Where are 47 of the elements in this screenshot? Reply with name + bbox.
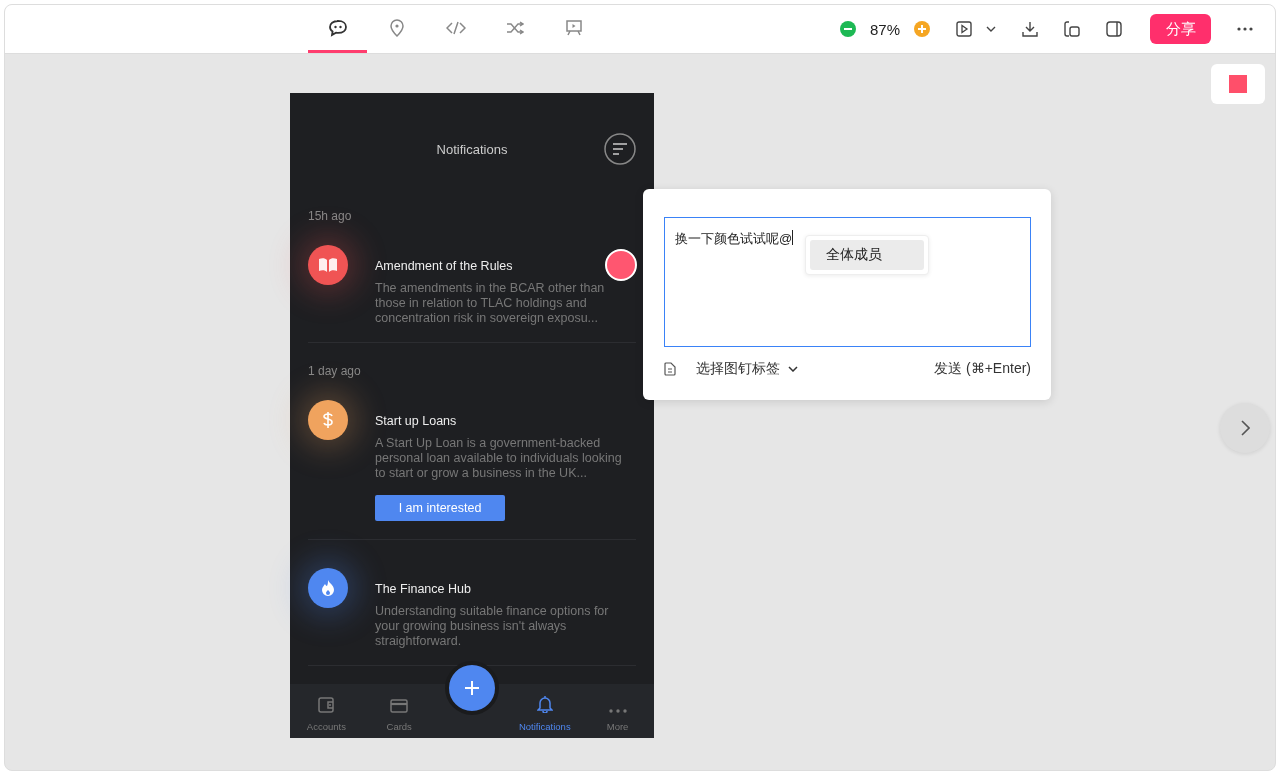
frame-icon[interactable]	[1064, 21, 1080, 37]
screen-title: Notifications	[436, 142, 508, 157]
zoom-out-icon[interactable]	[839, 21, 856, 37]
notification-text: The amendments in the BCAR other than those in relation to TLAC holdings and concentration risk in sovereign exposu...	[375, 281, 606, 326]
document-icon	[664, 362, 676, 376]
stop-button[interactable]	[1211, 64, 1265, 104]
pin-tag-dropdown[interactable]: 选择图钉标签	[690, 359, 804, 379]
interested-button[interactable]: I am interested	[375, 495, 505, 521]
notification-text: Understanding suitable finance options for your growing business isn't always straightforward.	[375, 604, 610, 649]
more-icon	[608, 709, 627, 713]
book-icon	[318, 257, 338, 273]
tab-bar-item[interactable]: Notifications	[518, 684, 571, 738]
stop-icon	[1229, 75, 1247, 93]
card-icon	[390, 699, 409, 713]
chevron-down-icon	[788, 366, 798, 372]
notification-title: Amendment of the Rules	[375, 259, 514, 273]
filter-icon[interactable]	[604, 133, 636, 165]
tab-bar-item[interactable]: Cards	[386, 684, 412, 738]
dollar-icon	[322, 411, 334, 429]
tab-bar-item[interactable]: More	[606, 684, 629, 738]
text-cursor	[792, 230, 794, 245]
side-panel-icon[interactable]	[1106, 21, 1122, 37]
code-icon	[445, 20, 466, 35]
plus-icon	[464, 680, 480, 696]
shuffle-icon	[505, 20, 524, 35]
time-label: 1 day ago	[308, 363, 362, 380]
bell-icon	[536, 695, 553, 713]
download-icon[interactable]	[1022, 21, 1038, 37]
notification-text: A Start Up Loan is a government-backed personal loan available to individuals looking to start or grow a business in the UK...	[375, 436, 623, 481]
chevron-down-icon[interactable]	[986, 26, 996, 32]
location-pin-icon	[388, 18, 405, 37]
play-icon[interactable]	[956, 21, 972, 37]
mention-option[interactable]: 全体成员	[810, 240, 924, 270]
time-label: 15h ago	[308, 208, 353, 225]
flame-icon	[321, 579, 335, 597]
wallet-icon	[318, 697, 335, 713]
notification-title: Start up Loans	[375, 414, 458, 428]
presentation-icon	[564, 18, 583, 37]
chat-bubble-icon	[327, 18, 348, 37]
send-button[interactable]: 发送 (⌘+Enter)	[934, 360, 1031, 378]
tab-bar-item[interactable]: Accounts	[306, 684, 346, 738]
more-icon[interactable]	[1237, 27, 1253, 31]
zoom-level: 87%	[869, 20, 900, 38]
notification-title: The Finance Hub	[375, 582, 472, 596]
share-button[interactable]: 分享	[1150, 14, 1211, 44]
comment-input-field[interactable]: 换一下颜色试试呢@ 全体成员	[664, 217, 1031, 347]
chevron-right-icon	[1240, 420, 1250, 436]
